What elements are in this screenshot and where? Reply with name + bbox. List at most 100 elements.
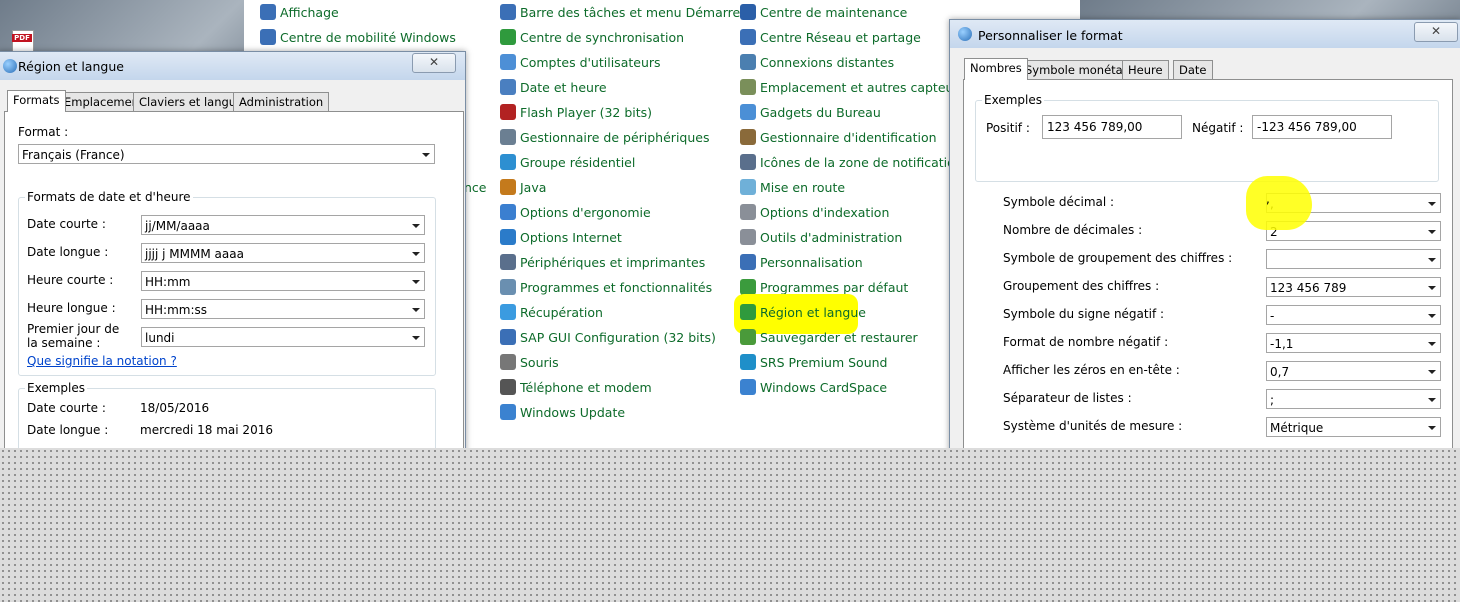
cp-item-outils-d-administration[interactable]: Outils d'administration	[740, 227, 902, 252]
cp-item-centre-reseau-et-partage[interactable]: Centre Réseau et partage	[740, 27, 921, 52]
cp-item-label: Mise en route	[760, 180, 846, 195]
row-select[interactable]: ;	[1266, 389, 1441, 409]
row-select[interactable]: 0,7	[1266, 361, 1441, 381]
highlight-mark	[1246, 176, 1312, 230]
cp-item-telephone-et-modem[interactable]: Téléphone et modem	[500, 377, 652, 402]
cp-item-connexions-distantes[interactable]: Connexions distantes	[740, 52, 894, 77]
applet-icon	[740, 329, 756, 345]
chevron-down-icon	[422, 153, 430, 157]
row-select[interactable]: 123 456 789	[1266, 277, 1441, 297]
row-value: HH:mm	[145, 275, 191, 289]
row-label: Symbole de groupement des chiffres :	[1003, 251, 1233, 265]
row-value: 123 456 789	[1270, 281, 1347, 295]
chevron-down-icon	[1428, 258, 1436, 262]
row-select[interactable]: Métrique	[1266, 417, 1441, 437]
cp-item-srs-premium-sound[interactable]: SRS Premium Sound	[740, 352, 887, 377]
row-select[interactable]: HH:mm	[141, 271, 425, 291]
cp-item-date-et-heure[interactable]: Date et heure	[500, 77, 607, 102]
cp-item-souris[interactable]: Souris	[500, 352, 559, 377]
pdf-label: PDF	[12, 34, 32, 42]
row-label: Groupement des chiffres :	[1003, 279, 1160, 293]
numbers-panel: Exemples Positif : 123 456 789,00 Négati…	[963, 79, 1453, 461]
cp-item-groupe-residentiel[interactable]: Groupe résidentiel	[500, 152, 635, 177]
row-label: Séparateur de listes :	[1003, 391, 1132, 405]
tab-administration[interactable]: Administration	[233, 92, 330, 111]
applet-icon	[740, 54, 756, 70]
row-label: Date longue :	[27, 245, 109, 259]
cp-item-sap-gui-configuration-32-bits[interactable]: SAP GUI Configuration (32 bits)	[500, 327, 716, 352]
titlebar[interactable]: Personnaliser le format ✕	[950, 20, 1460, 48]
applet-icon	[740, 204, 756, 220]
row-select[interactable]	[1266, 249, 1441, 269]
applet-icon	[500, 279, 516, 295]
cp-item-region-et-langue[interactable]: Région et langue	[740, 302, 866, 327]
chevron-down-icon	[1428, 342, 1436, 346]
close-button[interactable]: ✕	[412, 53, 456, 73]
cp-item-sauvegarder-et-restaurer[interactable]: Sauvegarder et restaurer	[740, 327, 918, 352]
cp-item-options-internet[interactable]: Options Internet	[500, 227, 622, 252]
applet-icon	[740, 254, 756, 270]
cp-item-centre-de-mobilite-windows[interactable]: Centre de mobilité Windows	[260, 27, 456, 52]
cp-item-barre-des-taches-et-menu-demarrer[interactable]: Barre des tâches et menu Démarrer	[500, 2, 745, 27]
row-select[interactable]: lundi	[141, 327, 425, 347]
cp-item-emplacement-et-autres-capteurs[interactable]: Emplacement et autres capteurs	[740, 77, 965, 102]
window-title: Personnaliser le format	[978, 28, 1123, 43]
cp-item-gestionnaire-d-identification[interactable]: Gestionnaire d'identification	[740, 127, 937, 152]
titlebar[interactable]: Région et langue ✕	[0, 52, 465, 80]
row-select[interactable]: -	[1266, 305, 1441, 325]
row-select[interactable]: HH:mm:ss	[141, 299, 425, 319]
tab-date[interactable]: Date	[1173, 60, 1213, 79]
applet-icon	[500, 354, 516, 370]
cp-item-programmes-et-fonctionnalites[interactable]: Programmes et fonctionnalités	[500, 277, 712, 302]
row-label: Nombre de décimales :	[1003, 223, 1143, 237]
row-value: Métrique	[1270, 421, 1324, 435]
applet-icon	[500, 54, 516, 70]
chevron-down-icon	[1428, 230, 1436, 234]
applet-icon	[740, 79, 756, 95]
pdf-file-icon[interactable]: PDF	[12, 30, 38, 54]
cp-partial-text: nce	[464, 180, 487, 195]
cp-item-gadgets-du-bureau[interactable]: Gadgets du Bureau	[740, 102, 881, 127]
cp-item-affichage[interactable]: Affichage	[260, 2, 339, 27]
applet-icon	[500, 379, 516, 395]
tab-heure[interactable]: Heure	[1122, 60, 1169, 79]
cp-item-recuperation[interactable]: Récupération	[500, 302, 603, 327]
row-label: Symbole décimal :	[1003, 195, 1115, 209]
cp-item-options-d-indexation[interactable]: Options d'indexation	[740, 202, 889, 227]
cp-item-personnalisation[interactable]: Personnalisation	[740, 252, 863, 277]
cp-item-flash-player-32-bits[interactable]: Flash Player (32 bits)	[500, 102, 652, 127]
row-select[interactable]: jj/MM/aaaa	[141, 215, 425, 235]
cp-item-windows-cardspace[interactable]: Windows CardSpace	[740, 377, 887, 402]
positive-example: 123 456 789,00	[1042, 115, 1182, 139]
applet-icon	[740, 104, 756, 120]
row-label: Date courte :	[27, 217, 106, 231]
cp-item-centre-de-synchronisation[interactable]: Centre de synchronisation	[500, 27, 684, 52]
globe-icon	[3, 59, 17, 73]
cp-item-gestionnaire-de-peripheriques[interactable]: Gestionnaire de périphériques	[500, 127, 709, 152]
applet-icon	[500, 129, 516, 145]
tab-formats[interactable]: Formats	[7, 90, 66, 112]
cp-item-options-d-ergonomie[interactable]: Options d'ergonomie	[500, 202, 651, 227]
format-value: Français (France)	[22, 148, 125, 162]
chevron-down-icon	[1428, 286, 1436, 290]
cp-item-label: Région et langue	[760, 305, 866, 320]
notation-help-link[interactable]: Que signifie la notation ?	[27, 354, 177, 368]
applet-icon	[500, 104, 516, 120]
format-label: Format :	[18, 125, 69, 139]
cp-item-windows-update[interactable]: Windows Update	[500, 402, 625, 427]
tab-nombres[interactable]: Nombres	[964, 58, 1028, 80]
cp-item-comptes-d-utilisateurs[interactable]: Comptes d'utilisateurs	[500, 52, 661, 77]
cp-item-mise-en-route[interactable]: Mise en route	[740, 177, 845, 202]
cp-item-java[interactable]: Java	[500, 177, 546, 202]
row-select[interactable]: jjjj j MMMM aaaa	[141, 243, 425, 263]
close-button[interactable]: ✕	[1414, 22, 1458, 42]
cp-item-centre-de-maintenance[interactable]: Centre de maintenance	[740, 2, 907, 27]
applet-icon	[740, 229, 756, 245]
formats-panel: Format : Français (France) Formats de da…	[4, 111, 464, 480]
format-select[interactable]: Français (France)	[18, 144, 435, 164]
chevron-down-icon	[412, 280, 420, 284]
row-select[interactable]: -1,1	[1266, 333, 1441, 353]
cp-item-peripheriques-et-imprimantes[interactable]: Périphériques et imprimantes	[500, 252, 705, 277]
cp-item-icones-de-la-zone-de-notification[interactable]: Icônes de la zone de notification	[740, 152, 963, 177]
cp-item-label: Affichage	[280, 5, 339, 20]
